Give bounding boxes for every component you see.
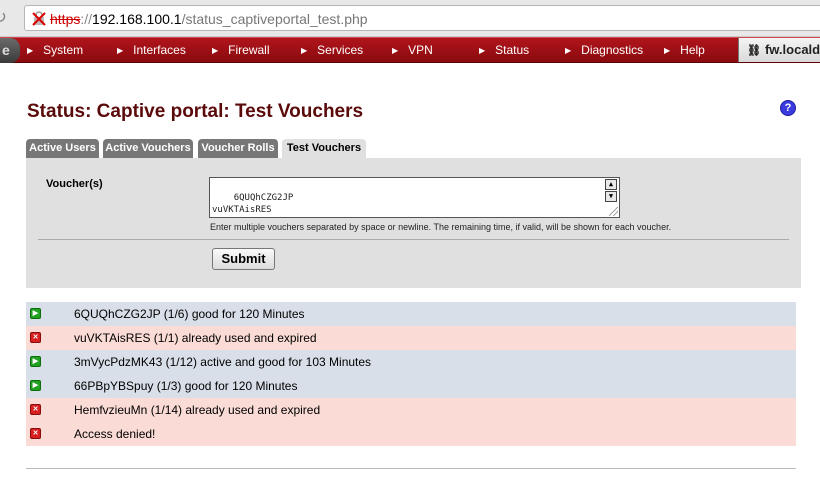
- help-icon[interactable]: ?: [780, 100, 796, 116]
- nav-help-label: Help: [680, 43, 705, 57]
- red-x-icon: ✕: [30, 404, 41, 415]
- nav-services[interactable]: ▶ Services: [301, 38, 363, 62]
- result-row: ▶ 6QUQhCZG2JP (1/6) good for 120 Minutes: [26, 302, 796, 326]
- main-nav: e ▶ System ▶ Interfaces ▶ Firewall ▶ Service…: [0, 37, 820, 63]
- nav-firewall-label: Firewall: [228, 43, 270, 57]
- nav-diagnostics[interactable]: ▶ Diagnostics: [565, 38, 643, 62]
- result-row: ✕ Access denied!: [26, 422, 796, 446]
- result-text: HemfvzieuMn (1/14) already used and expi…: [74, 403, 321, 417]
- tab-test-vouchers[interactable]: Test Vouchers: [282, 139, 366, 158]
- scroll-up-icon[interactable]: ▲: [605, 179, 617, 190]
- url-text: https://192.168.100.1/status_captiveport…: [50, 10, 368, 28]
- voucher-textarea-value: 6QUQhCZG2JP vuVKTAisRES 3mVycPdzMK43: [212, 193, 294, 215]
- red-x-icon: ✕: [30, 332, 41, 343]
- nav-help[interactable]: ▶ Help: [664, 38, 705, 62]
- red-x-icon: ✕: [30, 428, 41, 439]
- browser-toolbar: ↻ https://192.168.100.1/status_captivepo…: [0, 0, 820, 37]
- reload-icon[interactable]: ↻: [0, 6, 12, 28]
- scroll-down-icon[interactable]: ▼: [605, 191, 617, 202]
- result-text: Access denied!: [74, 427, 156, 441]
- green-play-icon: ▶: [30, 308, 41, 319]
- nav-status[interactable]: ▶ Status: [479, 38, 529, 62]
- nav-vpn-label: VPN: [408, 43, 433, 57]
- nav-interfaces-label: Interfaces: [133, 43, 186, 57]
- voucher-label: Voucher(s): [46, 178, 103, 190]
- logo-icon[interactable]: e: [0, 38, 20, 63]
- result-row: ▶ 66PBpYBSpuy (1/3) good for 120 Minutes: [26, 374, 796, 398]
- insecure-lock-icon[interactable]: [31, 10, 47, 26]
- form-divider: [38, 239, 789, 240]
- network-icon: ⛓: [747, 45, 761, 57]
- page-title: Status: Captive portal: Test Vouchers: [27, 101, 364, 122]
- nav-diagnostics-label: Diagnostics: [581, 43, 644, 57]
- hostname-label: fw.locald: [764, 42, 820, 57]
- nav-system[interactable]: ▶ System: [27, 38, 83, 62]
- result-row: ▶ 3mVycPdzMK43 (1/12) active and good fo…: [26, 350, 796, 374]
- voucher-form: Voucher(s) 6QUQhCZG2JP vuVKTAisRES 3mVyc…: [26, 158, 801, 288]
- result-text: 66PBpYBSpuy (1/3) good for 120 Minutes: [74, 379, 298, 393]
- result-text: 3mVycPdzMK43 (1/12) active and good for …: [74, 355, 372, 369]
- nav-services-label: Services: [317, 43, 364, 57]
- url-scheme: https: [50, 11, 81, 27]
- submit-button[interactable]: Submit: [212, 248, 275, 270]
- results-list: ▶ 6QUQhCZG2JP (1/6) good for 120 Minutes…: [26, 302, 796, 446]
- url-path: /status_captiveportal_test.php: [181, 11, 368, 27]
- result-row: ✕ vuVKTAisRES (1/1) already used and exp…: [26, 326, 796, 350]
- url-host: 192.168.100.1: [92, 11, 182, 27]
- nav-status-label: Status: [495, 43, 530, 57]
- nav-interfaces[interactable]: ▶ Interfaces: [117, 38, 186, 62]
- address-bar[interactable]: https://192.168.100.1/status_captiveport…: [24, 5, 820, 31]
- url-separator: ://: [80, 11, 93, 27]
- green-play-icon: ▶: [30, 380, 41, 391]
- result-text: vuVKTAisRES (1/1) already used and expir…: [74, 331, 317, 345]
- voucher-textarea[interactable]: 6QUQhCZG2JP vuVKTAisRES 3mVycPdzMK43 ▲ ▼: [209, 177, 620, 218]
- nav-system-label: System: [43, 43, 84, 57]
- result-text: 6QUQhCZG2JP (1/6) good for 120 Minutes: [74, 307, 305, 321]
- nav-vpn[interactable]: ▶ VPN: [392, 38, 433, 62]
- tab-voucher-rolls[interactable]: Voucher Rolls: [198, 139, 278, 158]
- nav-firewall[interactable]: ▶ Firewall: [212, 38, 270, 62]
- textarea-scrollbar[interactable]: ▲ ▼: [605, 179, 618, 205]
- hostname-tab[interactable]: ⛓ fw.locald: [738, 38, 820, 62]
- resize-grip-icon[interactable]: [609, 207, 618, 216]
- tab-active-vouchers[interactable]: Active Vouchers: [103, 139, 193, 158]
- tab-active-users[interactable]: Active Users: [26, 139, 99, 158]
- green-play-icon: ▶: [30, 356, 41, 367]
- result-row: ✕ HemfvzieuMn (1/14) already used and ex…: [26, 398, 796, 422]
- voucher-help-text: Enter multiple vouchers separated by spa…: [210, 222, 672, 232]
